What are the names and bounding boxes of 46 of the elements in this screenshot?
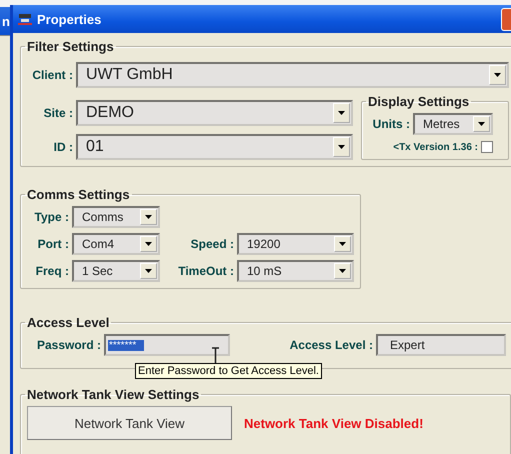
client-dropdown[interactable]: UWT GmbH	[76, 62, 509, 88]
field-label: Password :	[36, 338, 101, 352]
background-window-title: n	[0, 7, 10, 35]
site-dropdown[interactable]: DEMO	[76, 100, 353, 126]
status-message: Network Tank View Disabled!	[244, 416, 424, 430]
dropdown-arrow-icon	[145, 269, 152, 273]
field-label: Units :	[372, 117, 410, 131]
group-title: Display Settings	[367, 94, 470, 109]
dropdown-arrow-icon	[478, 122, 485, 126]
field-label: <Tx Version 1.36 :	[392, 142, 478, 152]
port-dropdown[interactable]: Com4	[72, 233, 160, 255]
tooltip: Enter Password to Get Access Level.	[135, 363, 322, 379]
window-title: Properties	[37, 12, 102, 26]
field-label: TimeOut :	[177, 264, 234, 278]
timeout-dropdown[interactable]: 10 mS	[237, 260, 354, 282]
dropdown-arrow-icon	[338, 145, 345, 149]
dropdown-arrow-icon	[339, 269, 346, 273]
access-level-field: Expert	[376, 334, 506, 356]
field-label: ID :	[52, 140, 73, 154]
tx-version-checkbox[interactable]	[481, 141, 493, 153]
dropdown-arrow-icon	[145, 215, 152, 219]
group-title: Filter Settings	[26, 39, 115, 54]
field-label: Client :	[31, 68, 73, 82]
group-title: Network Tank View Settings	[26, 387, 200, 402]
field-label: Freq :	[34, 264, 69, 278]
freq-dropdown[interactable]: 1 Sec	[72, 260, 160, 282]
dropdown-arrow-icon	[338, 111, 345, 115]
group-title: Access Level	[26, 315, 110, 330]
id-dropdown[interactable]: 01	[76, 134, 353, 160]
speed-dropdown[interactable]: 19200	[237, 233, 354, 255]
group-title: Comms Settings	[26, 187, 131, 202]
password-field[interactable]: *******	[104, 334, 230, 356]
close-button[interactable]	[501, 8, 511, 30]
app-icon	[18, 13, 32, 25]
dropdown-arrow-icon	[339, 242, 346, 246]
field-label: Speed :	[190, 237, 234, 251]
type-dropdown[interactable]: Comms	[72, 206, 160, 228]
units-dropdown[interactable]: Metres	[413, 113, 493, 135]
network-tank-view-button[interactable]: Network Tank View	[27, 406, 232, 440]
field-label: Type :	[34, 210, 69, 224]
field-label: Access Level :	[288, 338, 373, 352]
field-label: Port :	[36, 237, 69, 251]
dropdown-arrow-icon	[494, 73, 501, 77]
field-label: Site :	[42, 106, 73, 120]
text-cursor-icon	[211, 347, 220, 365]
dropdown-arrow-icon	[145, 242, 152, 246]
